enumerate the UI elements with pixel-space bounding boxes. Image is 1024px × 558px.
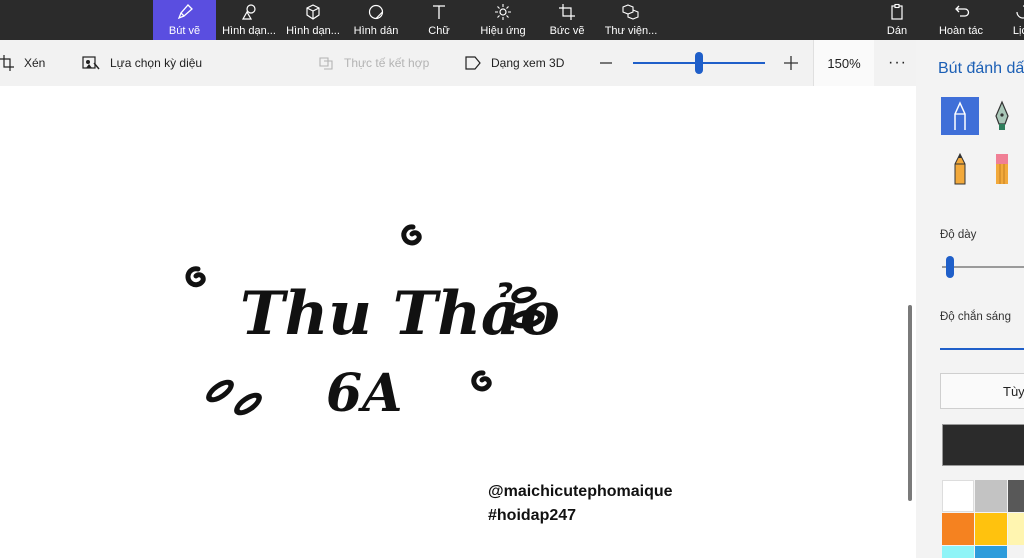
secondary-toolbar: Xén Lựa chọn kỳ diệu Thực tế kết hợp Dạn… bbox=[0, 40, 916, 86]
clipboard-icon bbox=[874, 0, 920, 25]
more-options-button[interactable]: ··· bbox=[888, 40, 907, 86]
drawing-name-text: Thu Thảo bbox=[240, 279, 560, 349]
shapes-2d-label: Hình dạn... bbox=[222, 25, 276, 37]
undo-icon bbox=[930, 0, 992, 25]
sun-icon bbox=[472, 0, 534, 25]
shapes-3d-button[interactable]: Hình dạn... bbox=[282, 0, 344, 40]
undo-button[interactable]: Hoàn tác bbox=[930, 0, 992, 40]
eraser-tool[interactable] bbox=[983, 150, 1021, 188]
color-swatch[interactable] bbox=[942, 513, 974, 545]
swirl-decoration bbox=[471, 370, 492, 392]
canvas-label: Bức vẽ bbox=[549, 25, 585, 37]
drawing-class-text: 6A bbox=[326, 363, 403, 424]
brushes-label: Bút vẽ bbox=[168, 25, 201, 37]
brush-panel: Bút đánh dấu Độ dày Độ chắn sáng Tùy bbox=[916, 40, 1024, 558]
main-toolbar: Bút vẽ Hình dạn... Hình dạn... Hình dán … bbox=[0, 0, 1024, 40]
shapes-2d-button[interactable]: Hình dạn... bbox=[218, 0, 280, 40]
magic-select-button[interactable]: Lựa chọn kỳ diệu bbox=[82, 40, 202, 86]
watermark-tag: #hoidap247 bbox=[488, 507, 577, 524]
view-3d-button[interactable]: Dạng xem 3D bbox=[465, 40, 564, 86]
stickers-button[interactable]: Hình dán bbox=[346, 0, 406, 40]
cube-icon bbox=[282, 0, 344, 25]
custom-color-label: Tùy bbox=[1003, 384, 1024, 399]
canvas-button[interactable]: Bức vẽ bbox=[538, 0, 596, 40]
shapes-2d-icon bbox=[218, 0, 280, 25]
crop-button[interactable]: Xén bbox=[0, 40, 45, 86]
opacity-label: Độ chắn sáng bbox=[940, 311, 1011, 323]
effects-button[interactable]: Hiệu ứng bbox=[472, 0, 534, 40]
crop-canvas-icon bbox=[538, 0, 596, 25]
stickers-label: Hình dán bbox=[353, 25, 399, 37]
marker-icon bbox=[954, 101, 966, 130]
color-swatch[interactable] bbox=[975, 480, 1007, 512]
zoom-out-button[interactable] bbox=[599, 40, 623, 86]
shapes-3d-label: Hình dạn... bbox=[286, 25, 340, 37]
crop-label: Xén bbox=[24, 56, 46, 70]
color-swatch[interactable] bbox=[1008, 480, 1024, 512]
text-icon bbox=[410, 0, 468, 25]
marker-tool[interactable] bbox=[941, 97, 979, 135]
color-swatch[interactable] bbox=[975, 513, 1007, 545]
custom-color-button[interactable]: Tùy bbox=[940, 373, 1024, 409]
history-icon bbox=[1000, 0, 1024, 25]
opacity-slider[interactable] bbox=[940, 348, 1024, 350]
zoom-slider-thumb[interactable] bbox=[695, 52, 703, 74]
vertical-scrollbar[interactable] bbox=[908, 305, 912, 501]
pencil-tool[interactable] bbox=[941, 150, 979, 188]
swirl-decoration bbox=[401, 224, 422, 246]
view-3d-label: Dạng xem 3D bbox=[491, 56, 565, 70]
zoom-value[interactable]: 150% bbox=[813, 40, 874, 86]
more-icon: ··· bbox=[888, 54, 907, 71]
color-swatch[interactable] bbox=[1008, 513, 1024, 545]
effects-label: Hiệu ứng bbox=[480, 25, 526, 37]
text-label: Chữ bbox=[428, 25, 450, 37]
magic-select-icon bbox=[82, 56, 100, 70]
magic-select-label: Lựa chọn kỳ diệu bbox=[110, 56, 203, 70]
library-3d-icon bbox=[600, 0, 662, 25]
text-button[interactable]: Chữ bbox=[410, 0, 468, 40]
thickness-slider[interactable] bbox=[942, 256, 1024, 278]
mixed-reality-label: Thực tế kết hợp bbox=[344, 56, 430, 70]
panel-title: Bút đánh dấu bbox=[938, 60, 1024, 77]
library-button[interactable]: Thư viện... bbox=[600, 0, 662, 40]
drawing-canvas[interactable]: Thu Thảo 6A @maichicutephomaique #hoidap… bbox=[0, 86, 916, 558]
history-label: Lịch bbox=[1012, 25, 1024, 37]
history-button[interactable]: Lịch bbox=[1000, 0, 1024, 40]
color-swatch[interactable] bbox=[975, 546, 1007, 558]
eraser-icon bbox=[996, 154, 1008, 184]
pencil-icon bbox=[954, 152, 966, 185]
brushes-button[interactable]: Bút vẽ bbox=[153, 0, 216, 40]
calligraphy-pen-tool[interactable] bbox=[983, 97, 1021, 135]
color-swatch[interactable] bbox=[942, 480, 974, 512]
view-3d-icon bbox=[465, 56, 481, 70]
selected-color-swatch[interactable] bbox=[942, 424, 1024, 466]
plus-icon bbox=[784, 56, 798, 70]
zoom-in-button[interactable] bbox=[783, 40, 809, 86]
thickness-slider-thumb[interactable] bbox=[946, 256, 954, 278]
library-label: Thư viện... bbox=[604, 25, 658, 37]
paste-button[interactable]: Dán bbox=[874, 0, 920, 40]
minus-icon bbox=[600, 62, 612, 64]
thickness-label: Độ dày bbox=[940, 229, 977, 241]
zoom-slider[interactable] bbox=[633, 52, 765, 74]
sticker-icon bbox=[346, 0, 406, 25]
paste-label: Dán bbox=[886, 25, 908, 37]
undo-label: Hoàn tác bbox=[938, 25, 984, 37]
watermark-handle: @maichicutephomaique bbox=[488, 483, 673, 500]
color-swatch[interactable] bbox=[942, 546, 974, 558]
mixed-reality-button[interactable]: Thực tế kết hợp bbox=[318, 40, 429, 86]
handwritten-drawing: Thu Thảo 6A bbox=[185, 224, 560, 424]
swirl-decoration bbox=[185, 266, 206, 288]
mixed-reality-icon bbox=[319, 57, 333, 70]
brush-icon bbox=[153, 0, 216, 25]
crop-icon bbox=[0, 55, 14, 71]
pen-nib-icon bbox=[995, 100, 1009, 130]
